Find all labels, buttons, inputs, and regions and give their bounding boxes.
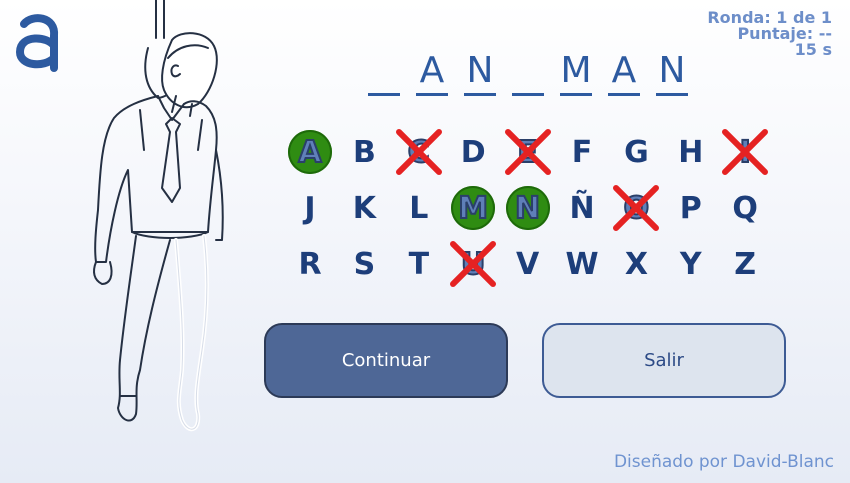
letter-key-q[interactable]: Q bbox=[721, 184, 769, 232]
letter-key-label: A bbox=[297, 134, 322, 171]
letter-key-r[interactable]: R bbox=[286, 240, 334, 288]
letter-key-label: J bbox=[304, 190, 316, 226]
letter-key-label: P bbox=[679, 190, 702, 226]
letter-key-i: I bbox=[721, 128, 769, 176]
letter-key-label: M bbox=[457, 190, 489, 227]
letter-slot bbox=[368, 50, 400, 96]
letter-key-label: Z bbox=[734, 246, 757, 282]
letter-key-label: F bbox=[571, 134, 593, 170]
letter-key-w[interactable]: W bbox=[558, 240, 606, 288]
letter-key-label: D bbox=[460, 134, 486, 170]
letter-key-e: E bbox=[504, 128, 552, 176]
exit-button[interactable]: Salir bbox=[542, 323, 786, 398]
letter-key-label: R bbox=[298, 246, 322, 282]
letter-key-s[interactable]: S bbox=[340, 240, 388, 288]
letter-key-j[interactable]: J bbox=[286, 184, 334, 232]
word-display: ANMAN bbox=[368, 50, 688, 98]
letter-slot: A bbox=[416, 50, 448, 96]
letter-slot: A bbox=[608, 50, 640, 96]
letter-key-v[interactable]: V bbox=[504, 240, 552, 288]
letter-key-label: V bbox=[515, 246, 540, 282]
letter-key-label: S bbox=[353, 246, 376, 282]
letter-key-k[interactable]: K bbox=[340, 184, 388, 232]
letter-slot: N bbox=[464, 50, 496, 96]
letter-key-l[interactable]: L bbox=[395, 184, 443, 232]
letter-key-label: Y bbox=[679, 246, 702, 282]
letter-key-label: W bbox=[565, 246, 599, 282]
timer-indicator: 15 s bbox=[794, 40, 832, 59]
letter-key-h[interactable]: H bbox=[667, 128, 715, 176]
cross-icon bbox=[395, 129, 442, 175]
letter-key-label: Ñ bbox=[569, 190, 595, 226]
letter-key-ñ[interactable]: Ñ bbox=[558, 184, 606, 232]
a-logo-icon bbox=[15, 14, 58, 72]
letter-slot: M bbox=[560, 50, 592, 96]
continue-button[interactable]: Continuar bbox=[264, 323, 508, 398]
letter-key-b[interactable]: B bbox=[340, 128, 388, 176]
letter-key-label: B bbox=[352, 134, 376, 170]
cross-icon bbox=[613, 185, 660, 231]
letter-key-n: N bbox=[504, 184, 552, 232]
letter-key-o: O bbox=[612, 184, 660, 232]
letter-key-label: Q bbox=[732, 190, 758, 226]
letter-key-c: C bbox=[395, 128, 443, 176]
cross-icon bbox=[450, 241, 497, 287]
letter-key-a: A bbox=[286, 128, 334, 176]
letter-key-label: G bbox=[624, 134, 649, 170]
hanged-man-icon bbox=[93, 0, 224, 431]
letter-key-label: X bbox=[624, 246, 648, 282]
letter-key-m: M bbox=[449, 184, 497, 232]
letter-key-z[interactable]: Z bbox=[721, 240, 769, 288]
letter-key-g[interactable]: G bbox=[612, 128, 660, 176]
letter-key-label: N bbox=[514, 190, 541, 227]
letter-slot: N bbox=[656, 50, 688, 96]
letter-key-label: T bbox=[408, 246, 430, 282]
hud: Ronda: 1 de 1 Puntaje: -- 15 s bbox=[707, 10, 832, 58]
letter-key-f[interactable]: F bbox=[558, 128, 606, 176]
letter-key-u: U bbox=[449, 240, 497, 288]
letter-slot bbox=[512, 50, 544, 96]
letter-key-x[interactable]: X bbox=[612, 240, 660, 288]
cross-icon bbox=[722, 129, 769, 175]
letter-key-t[interactable]: T bbox=[395, 240, 443, 288]
designer-credit: Diseñado por David-Blanc bbox=[613, 452, 834, 472]
letter-key-label: L bbox=[409, 190, 429, 226]
letter-key-p[interactable]: P bbox=[667, 184, 715, 232]
letter-key-y[interactable]: Y bbox=[667, 240, 715, 288]
letter-key-label: K bbox=[352, 190, 377, 226]
cross-icon bbox=[504, 129, 551, 175]
letter-key-label: H bbox=[678, 134, 704, 170]
letter-key-d[interactable]: D bbox=[449, 128, 497, 176]
